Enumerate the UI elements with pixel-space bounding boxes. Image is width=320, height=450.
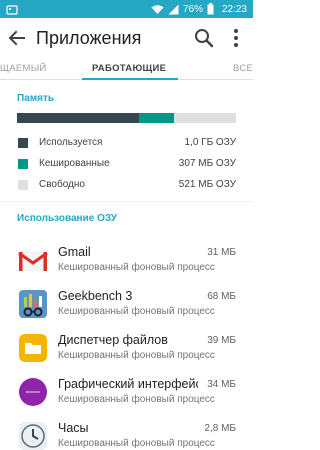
active-tab-indicator	[82, 78, 178, 80]
search-icon	[195, 29, 214, 48]
app-process-status: Кешированный фоновый процесс	[58, 306, 215, 317]
tab-bar: ЩАЕМЫЙ РАБОТАЮЩИЕ ВСЕ	[0, 56, 253, 80]
app-row-system-ui[interactable]: Графический интерфейс с 34 МБ Кешированн…	[0, 370, 253, 414]
memory-bar-free	[173, 113, 236, 123]
clock-icon	[19, 422, 47, 450]
legend-value: 521 МБ ОЗУ	[178, 179, 236, 190]
app-row-clock[interactable]: Часы 2,8 МБ Кешированный фоновый процесс	[0, 414, 253, 450]
legend-free: Свободно 521 МБ ОЗУ	[17, 178, 236, 192]
legend-swatch-free	[18, 180, 28, 190]
legend-label: Свободно	[39, 179, 85, 190]
legend-label: Кешированные	[39, 158, 110, 169]
tab-downloaded[interactable]: ЩАЕМЫЙ	[0, 63, 47, 74]
geekbench-icon	[19, 290, 47, 318]
lollipop-icon	[19, 378, 47, 406]
battery-icon	[207, 3, 214, 15]
legend-swatch-cached	[18, 159, 28, 169]
more-options-button[interactable]	[228, 27, 244, 49]
wifi-icon	[151, 4, 164, 14]
app-row-geekbench[interactable]: Geekbench 3 68 МБ Кешированный фоновый п…	[0, 282, 253, 326]
app-process-status: Кешированный фоновый процесс	[58, 438, 215, 449]
back-button[interactable]	[6, 27, 28, 49]
clock-time: 22:23	[221, 3, 247, 15]
memory-section-title: Память	[17, 93, 55, 104]
legend-label: Используется	[39, 137, 103, 148]
page-title: Приложения	[36, 28, 142, 48]
app-process-status: Кешированный фоновый процесс	[58, 394, 215, 405]
legend-value: 307 МБ ОЗУ	[178, 158, 236, 169]
memory-bar-used	[17, 113, 139, 123]
signal-icon	[168, 4, 179, 14]
app-name: Часы	[58, 421, 89, 435]
app-memory-size: 34 МБ	[207, 379, 236, 390]
legend-value: 1,0 ГБ ОЗУ	[184, 137, 237, 148]
app-row-gmail[interactable]: Gmail 31 МБ Кешированный фоновый процесс	[0, 238, 253, 282]
app-memory-size: 68 МБ	[207, 291, 236, 302]
notification-icon	[6, 5, 18, 15]
legend-cached: Кешированные 307 МБ ОЗУ	[17, 157, 236, 171]
ram-usage-section-title: Использование ОЗУ	[17, 213, 117, 224]
file-manager-icon	[19, 334, 47, 362]
app-row-file-manager[interactable]: Диспетчер файлов 39 МБ Кешированный фоно…	[0, 326, 253, 370]
app-name: Диспетчер файлов	[58, 333, 168, 347]
tab-running[interactable]: РАБОТАЮЩИЕ	[92, 63, 166, 74]
legend-swatch-used	[18, 138, 28, 148]
app-name: Графический интерфейс с	[58, 377, 198, 391]
app-name: Geekbench 3	[58, 289, 133, 303]
app-process-status: Кешированный фоновый процесс	[58, 262, 215, 273]
app-process-status: Кешированный фоновый процесс	[58, 350, 215, 361]
app-name: Gmail	[58, 245, 91, 259]
memory-usage-bar	[17, 113, 236, 123]
app-memory-size: 2,8 МБ	[204, 423, 236, 434]
app-memory-size: 31 МБ	[207, 247, 236, 258]
section-divider	[0, 201, 253, 202]
app-memory-size: 39 МБ	[207, 335, 236, 346]
battery-percent: 76%	[182, 3, 203, 15]
legend-used: Используется 1,0 ГБ ОЗУ	[17, 136, 236, 150]
tab-all[interactable]: ВСЕ	[233, 63, 253, 74]
app-bar: Приложения	[0, 18, 253, 56]
arrow-back-icon	[8, 30, 25, 46]
gmail-icon	[18, 251, 48, 271]
more-vert-icon	[234, 29, 238, 47]
status-bar: 76% 22:23	[0, 0, 253, 18]
memory-bar-cached	[138, 113, 174, 123]
search-button[interactable]	[193, 27, 215, 49]
